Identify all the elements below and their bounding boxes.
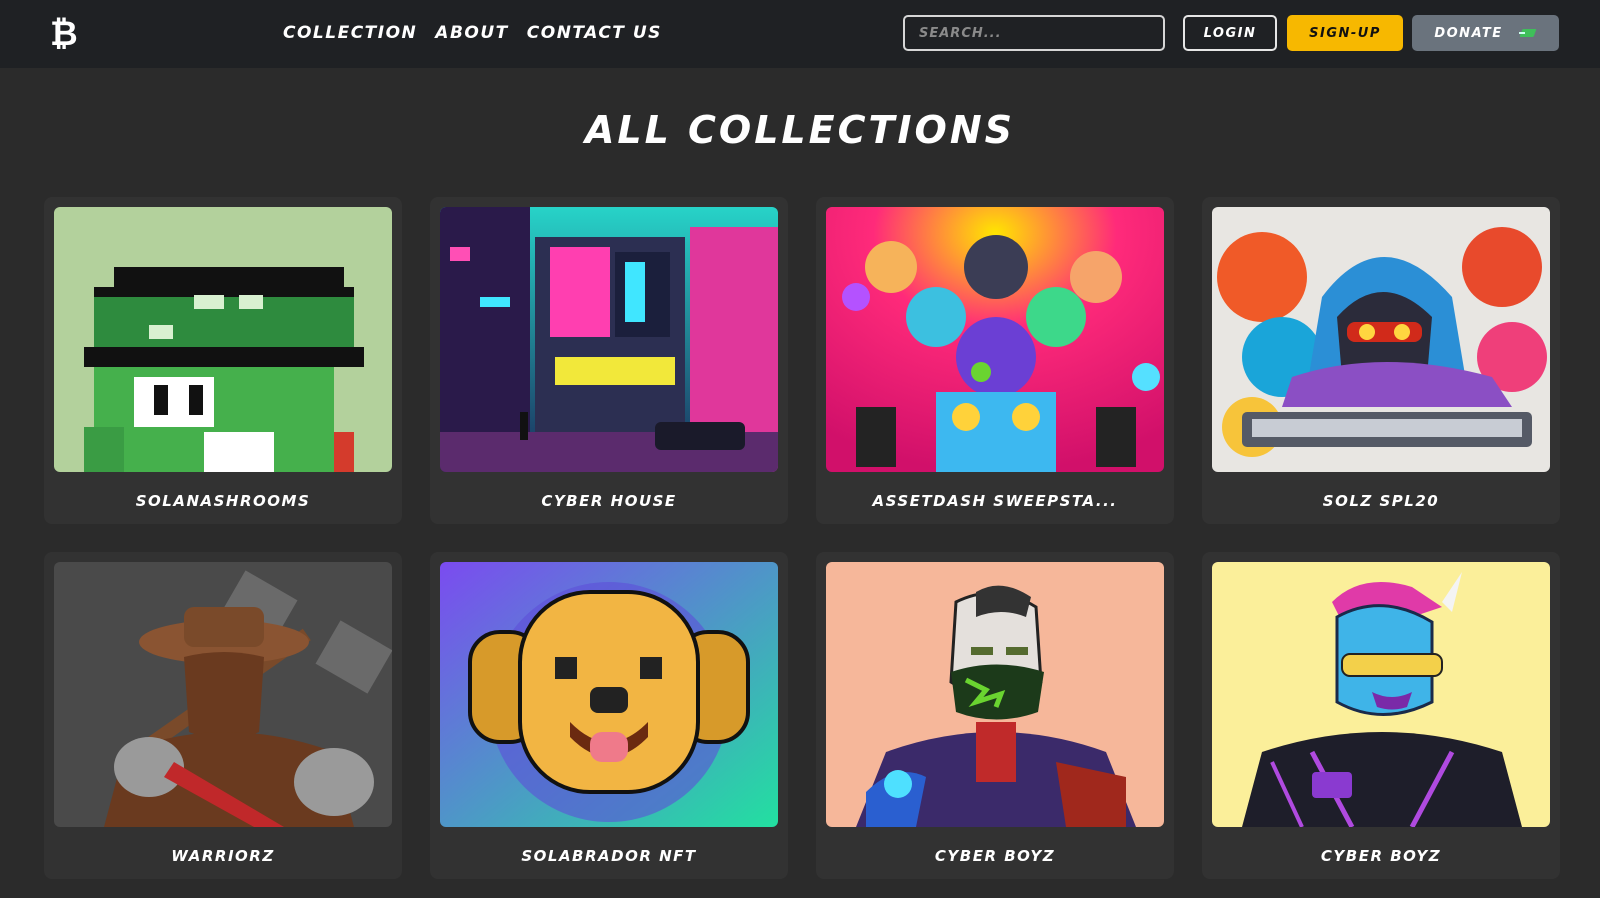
collection-card[interactable]: Warriorz [44,552,402,879]
collection-card[interactable]: SolanaShrooms [44,197,402,524]
collection-image [54,207,392,472]
collection-name: solz SPL20 [1322,492,1440,510]
login-button[interactable]: Login [1183,15,1277,51]
pixel-mushroom-dino-image [54,207,392,472]
collection-name: Cyber House [541,492,677,510]
donate-button[interactable]: Donate [1412,15,1559,51]
collection-name: Solabrador NFT [521,847,697,865]
cartoon-characters-collage-image [826,207,1164,472]
collection-card[interactable]: Cyber Boyz [1202,552,1560,879]
bitcoin-logo-icon[interactable]: ₿ [50,14,82,54]
cyberpunk-building-image [440,207,778,472]
collection-name: Cyber Boyz [1320,847,1442,865]
search-input[interactable] [903,15,1165,51]
collection-image [440,562,778,827]
collection-name: AssetDash Sweepsta... [872,492,1118,510]
collection-name: Warriorz [171,847,275,865]
signup-label: Sign-Up [1309,25,1381,41]
collection-name: SolanaShrooms [135,492,311,510]
page-title: All Collections [584,108,1016,152]
pixel-golden-dog-image [440,562,778,827]
cowboy-warrior-image [54,562,392,827]
collections-grid: SolanaShrooms [44,197,1560,879]
signup-button[interactable]: Sign-Up [1287,15,1403,51]
nav-about-link[interactable]: About [435,22,508,44]
collection-image [1212,207,1550,472]
collection-card[interactable]: Solabrador NFT [430,552,788,879]
collection-card[interactable]: AssetDash Sweepsta... [816,197,1174,524]
collection-card[interactable]: Cyber Boyz [816,552,1174,879]
main-nav: Collection About Contact Us [283,22,662,44]
collection-name: Cyber Boyz [934,847,1056,865]
nav-contact-link[interactable]: Contact Us [527,22,662,44]
hooded-dj-graffiti-image [1212,207,1550,472]
donate-label: Donate [1434,25,1503,41]
money-icon [1518,27,1537,39]
collection-card[interactable]: solz SPL20 [1202,197,1560,524]
collection-image [1212,562,1550,827]
top-navbar: ₿ Collection About Contact Us Login Sign… [0,0,1600,68]
nav-collection-link[interactable]: Collection [283,22,417,44]
cyborg-masked-man-image [826,562,1164,827]
blue-unicorn-cyborg-image [1212,562,1550,827]
collection-image [54,562,392,827]
login-label: Login [1203,25,1257,41]
collection-image [826,562,1164,827]
collection-image [826,207,1164,472]
collection-image [440,207,778,472]
collection-card[interactable]: Cyber House [430,197,788,524]
